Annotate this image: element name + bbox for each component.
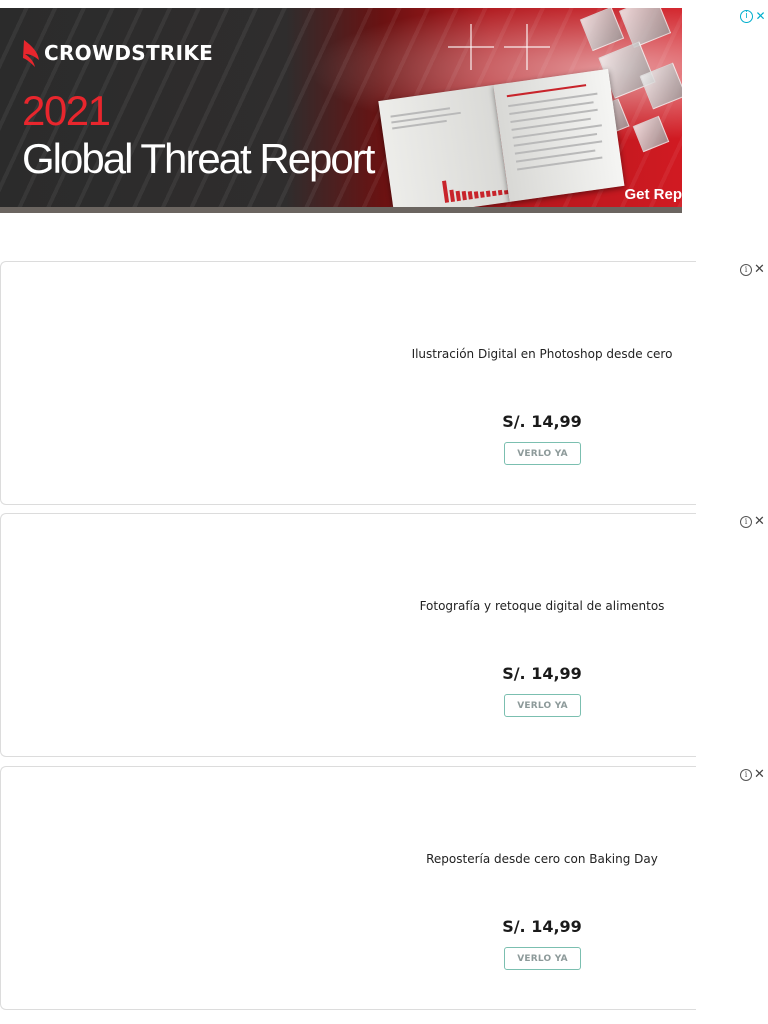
verlo-ya-button[interactable]: VERLO YA xyxy=(504,947,581,970)
report-headline: Global Threat Report xyxy=(22,135,375,182)
verlo-ya-button[interactable]: VERLO YA xyxy=(504,442,581,465)
crowdstrike-logo: CROWDSTRIKE xyxy=(22,38,213,68)
adchoices-info-icon[interactable]: i xyxy=(740,9,753,23)
course-price: S/. 14,99 xyxy=(502,412,582,431)
falcon-icon xyxy=(23,40,39,67)
course-card[interactable]: Ilustración Digital en Photoshop desde c… xyxy=(0,261,696,505)
course-price: S/. 14,99 xyxy=(502,664,582,683)
plus-decoration-icon xyxy=(504,24,550,70)
get-report-link[interactable]: Get Rep xyxy=(624,186,682,203)
card-ad-controls[interactable]: i ✕ xyxy=(740,767,768,783)
brand-name: CROWDSTRIKE xyxy=(44,41,214,65)
info-icon[interactable]: i xyxy=(740,264,752,276)
close-icon[interactable]: ✕ xyxy=(754,263,765,276)
plus-decoration-icon xyxy=(448,24,494,70)
adchoices-controls[interactable]: i ✕ xyxy=(740,9,767,23)
report-year: 2021 xyxy=(22,87,111,134)
crowdstrike-banner-ad[interactable]: CROWDSTRIKE 2021 Global Threat Report Ge… xyxy=(0,8,682,213)
close-icon[interactable]: ✕ xyxy=(754,768,765,781)
ad-close-icon[interactable]: ✕ xyxy=(754,9,767,23)
course-title: Repostería desde cero con Baking Day xyxy=(426,852,658,866)
info-icon[interactable]: i xyxy=(740,516,752,528)
close-icon[interactable]: ✕ xyxy=(754,515,765,528)
course-price: S/. 14,99 xyxy=(502,917,582,936)
course-title: Ilustración Digital en Photoshop desde c… xyxy=(411,347,673,361)
card-ad-controls[interactable]: i ✕ xyxy=(740,262,768,278)
course-card[interactable]: Fotografía y retoque digital de alimento… xyxy=(0,513,696,757)
info-icon[interactable]: i xyxy=(740,769,752,781)
course-card[interactable]: Repostería desde cero con Baking Day S/.… xyxy=(0,766,696,1010)
course-title: Fotografía y retoque digital de alimento… xyxy=(419,599,665,613)
banner-divider xyxy=(0,207,682,213)
verlo-ya-button[interactable]: VERLO YA xyxy=(504,694,581,717)
banner-side-blank xyxy=(682,48,768,214)
card-ad-controls[interactable]: i ✕ xyxy=(740,514,768,530)
